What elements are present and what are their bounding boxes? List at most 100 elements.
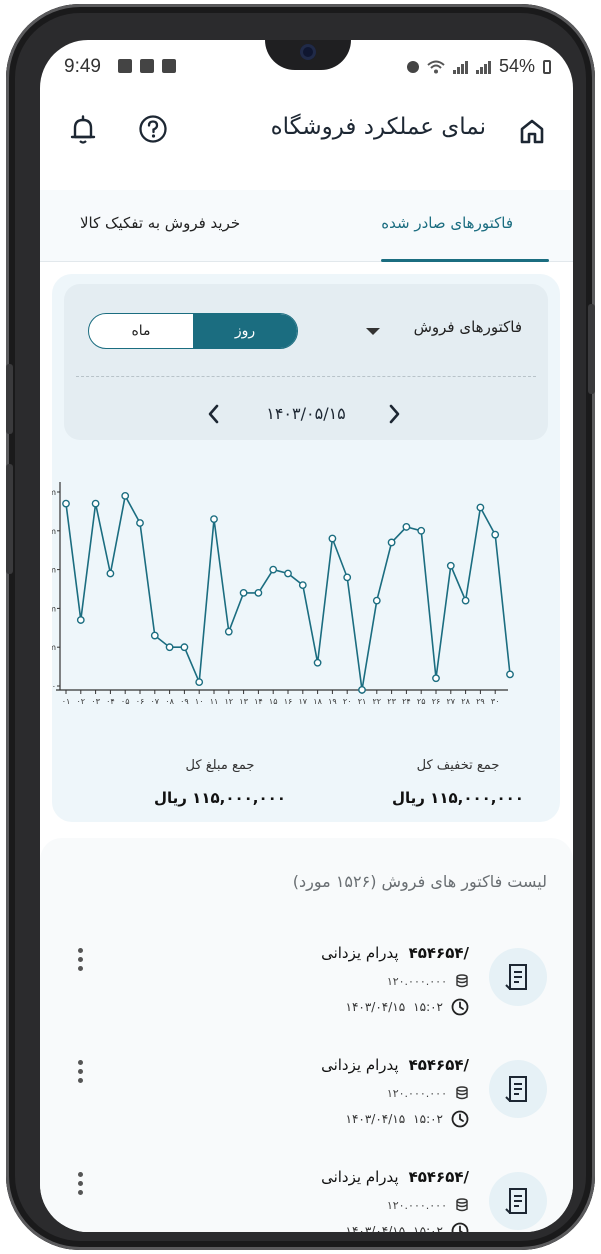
total-discount-value: ۱۱۵,۰۰۰,۰۰۰ ریال (392, 789, 524, 807)
x-tick-label: ۳۰ (491, 697, 500, 706)
x-tick-label: ۰۱ (62, 697, 71, 706)
data-point (372, 596, 381, 605)
x-tick-label: ۲۱ (358, 697, 367, 706)
more-options-icon[interactable] (74, 1060, 86, 1090)
total-discount-label: جمع تخفیف کل (416, 758, 500, 773)
data-point (476, 503, 485, 512)
receipt-icon (505, 1076, 527, 1102)
total-amount-label: جمع مبلغ کل (185, 758, 255, 773)
more-options-icon[interactable] (74, 948, 86, 978)
invoice-list-item[interactable]: /۴۵۴۶۵۴ پدرام یزدانی ۱۲۰.۰۰۰.۰۰۰ ۱۴۰۳/۰۴/… (40, 938, 573, 1038)
period-toggle[interactable]: ماه روز (88, 313, 298, 349)
power-button (588, 304, 595, 394)
x-tick-label: ۱۳ (239, 697, 248, 706)
x-tick-label: ۰۹ (180, 697, 189, 706)
data-point (121, 491, 130, 500)
data-point (180, 643, 189, 652)
message-icon (140, 59, 154, 73)
selected-date: ۱۴۰۳/۰۵/۱۵ (266, 404, 346, 423)
data-point (298, 581, 307, 590)
x-tick-label: ۱۹ (328, 697, 337, 706)
invoice-time: ۱۵:۰۲ (413, 1112, 443, 1126)
y-tick-label: ۳۰m (52, 527, 56, 536)
receipt-icon (505, 964, 527, 990)
invoice-date: ۱۴۰۳/۰۴/۱۵ (345, 1224, 406, 1232)
x-tick-label: ۱۲ (225, 697, 234, 706)
receipt-icon (505, 1188, 527, 1214)
signal-icon-2 (475, 60, 491, 74)
help-icon[interactable] (138, 114, 168, 144)
invoice-icon-wrap (489, 1172, 547, 1230)
customer-name: پدرام یزدانی (321, 1056, 399, 1074)
invoice-amount: ۱۲۰.۰۰۰.۰۰۰ (386, 1198, 447, 1212)
series-line (65, 493, 511, 691)
y-tick-label: ۲۰m (52, 566, 56, 575)
period-month-option[interactable]: ماه (89, 314, 193, 348)
tab-sales-by-product[interactable]: خرید فروش به تفکیک کالا (80, 214, 240, 232)
x-tick-label: ۱۷ (299, 697, 308, 706)
home-icon[interactable] (517, 116, 547, 146)
invoice-type-select[interactable]: فاکتورهای فروش (414, 318, 522, 336)
y-tick-label: ۴۰m (52, 488, 56, 497)
data-point (343, 573, 352, 582)
x-tick-label: ۲۲ (373, 697, 382, 706)
x-tick-label: ۰۶ (136, 697, 145, 706)
clock-icon (451, 998, 469, 1016)
data-point (165, 643, 174, 652)
data-point (358, 685, 366, 694)
data-point (254, 588, 263, 597)
invoice-number: /۴۵۴۶۵۴ (408, 1056, 469, 1074)
report-card: فاکتورهای فروش ماه روز ۱۴۰۳/۰۵/۱۵ ۰ ۱m ۱۰m… (52, 274, 560, 822)
clock-icon (451, 1222, 469, 1232)
data-point (269, 565, 278, 574)
gallery-icon (118, 59, 132, 73)
x-tick-label: ۰۴ (106, 697, 115, 706)
total-amount-summary: جمع مبلغ کل ۱۱۵,۰۰۰,۰۰۰ ریال (110, 758, 330, 807)
invoice-icon-wrap (489, 948, 547, 1006)
sales-line-chart: ۰ ۱m ۱۰m ۲۰m ۳۰m ۴۰m ۰۱ ۰۲ ۰۳ ۰۴ ۰۵ ۰۶ ۰۷ ۰۸ ۰۹ ۱۰ ۱۱ ۱۲ ۱… (52, 482, 514, 706)
x-tick-label: ۱۰ (195, 697, 204, 706)
divider (76, 376, 536, 377)
tab-bar: فاکتورهای صادر شده خرید فروش به تفکیک کا… (40, 190, 573, 262)
invoice-number: /۴۵۴۶۵۴ (408, 1168, 469, 1186)
invoice-list-item[interactable]: /۴۵۴۶۵۴ پدرام یزدانی ۱۲۰.۰۰۰.۰۰۰ ۱۴۰۳/۰۴/… (40, 1162, 573, 1232)
total-discount-summary: جمع تخفیف کل ۱۱۵,۰۰۰,۰۰۰ ریال (348, 758, 568, 807)
invoice-list-item[interactable]: /۴۵۴۶۵۴ پدرام یزدانی ۱۲۰.۰۰۰.۰۰۰ ۱۴۰۳/۰۴/… (40, 1050, 573, 1150)
x-tick-label: ۲۵ (417, 697, 426, 706)
data-point (150, 631, 159, 640)
active-tab-indicator (381, 259, 549, 262)
data-point (446, 561, 455, 570)
invoice-list: لیست فاکتور های فروش (۱۵۲۶ مورد) /۴۵۴۶۵۴… (40, 838, 573, 1232)
x-tick-label: ۱۱ (210, 697, 219, 706)
coins-icon (456, 1086, 468, 1100)
bell-icon[interactable] (68, 114, 98, 146)
invoice-amount: ۱۲۰.۰۰۰.۰۰۰ (386, 1086, 447, 1100)
x-tick-label: ۱۴ (254, 697, 263, 706)
coins-icon (456, 1198, 468, 1212)
total-amount-value: ۱۱۵,۰۰۰,۰۰۰ ریال (154, 789, 286, 807)
check-icon (162, 59, 176, 73)
phone-frame: 9:49 54% نمای عملکرد فروشگاه فاکتورهای ص… (6, 4, 595, 1250)
status-time: 9:49 (64, 56, 101, 77)
y-tick-label: ۰ (52, 682, 56, 691)
chevron-right-icon[interactable] (380, 400, 408, 428)
data-point (284, 569, 292, 578)
more-options-icon[interactable] (74, 1172, 86, 1202)
battery-level: 54% (498, 56, 535, 76)
invoice-amount: ۱۲۰.۰۰۰.۰۰۰ (386, 974, 447, 988)
tab-issued-invoices[interactable]: فاکتورهای صادر شده (381, 214, 513, 232)
chevron-down-icon[interactable] (366, 328, 380, 335)
x-tick-label: ۲۹ (476, 697, 485, 706)
period-day-option[interactable]: روز (193, 314, 297, 348)
data-point (432, 674, 440, 683)
x-tick-label: ۰۵ (121, 697, 130, 706)
data-point (106, 569, 115, 578)
x-tick-label: ۰۷ (151, 697, 160, 706)
data-point (210, 515, 218, 524)
clock-icon (451, 1110, 469, 1128)
filter-panel: فاکتورهای فروش ماه روز ۱۴۰۳/۰۵/۱۵ (64, 284, 548, 440)
x-tick-label: ۱۸ (313, 697, 322, 706)
date-navigator: ۱۴۰۳/۰۵/۱۵ (64, 400, 548, 428)
data-point (328, 534, 337, 543)
battery-icon (543, 59, 551, 74)
